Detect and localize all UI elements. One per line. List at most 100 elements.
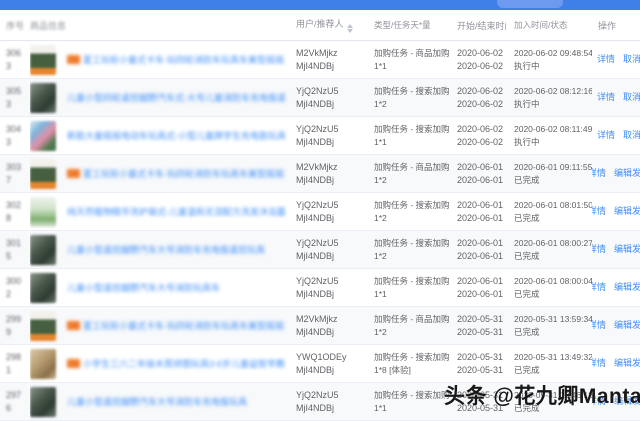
secondary-action-link[interactable]: 编辑发布	[614, 357, 640, 370]
user-referrer-cell: M2VkMjkz MjI4NDBj	[290, 307, 366, 344]
secondary-action-link[interactable]: 编辑发布	[614, 205, 640, 218]
actions-cell: 详情 编辑发布	[592, 193, 640, 230]
product-title-link[interactable]: 夏工玩轮小童式卡车-玩四轮消防车玩具车美型摇摇车编新车	[67, 167, 285, 180]
detail-link[interactable]: 详情	[592, 319, 606, 332]
product-thumbnail[interactable]	[30, 272, 56, 303]
product-title-link[interactable]: 儿童小型遥控越野汽车大号消防车充电版遥控玩具	[67, 243, 265, 256]
join-time: 2020-06-01 09:11:55	[514, 161, 592, 172]
status-text: 已完成	[514, 288, 540, 299]
user-id: YjQ2NzU5	[296, 389, 339, 400]
join-status-cell: 2020-05-31 13:49:32 已完成	[506, 345, 592, 382]
header-user-referrer[interactable]: 用户/推荐人	[290, 17, 366, 33]
table-row: 3043 新款大童摇摇电动车玩具式-小型儿童牌学生充电款玩具摇摇车 YjQ2Nz…	[0, 117, 640, 155]
product-promo-tag	[67, 359, 80, 368]
product-title-link[interactable]: 小学生三六二年级木質拼图玩具3-6岁儿童益智早教拼装玩具礼盒	[67, 357, 285, 370]
detail-link[interactable]: 详情	[592, 281, 606, 294]
header-type-task: 类型/任务天*量	[374, 20, 431, 30]
status-text: 已完成	[514, 212, 540, 223]
secondary-action-link[interactable]: 取消	[623, 91, 640, 104]
sort-caret-icon[interactable]	[346, 24, 353, 33]
header-index: 序号	[6, 20, 25, 31]
product-promo-tag	[67, 55, 80, 64]
task-quantity: 1*2	[374, 326, 387, 337]
product-title-link[interactable]: 夏工玩轮小童式卡车-玩四轮消防车玩具车美型摇摇车编新	[67, 53, 285, 66]
user-id: YjQ2NzU5	[296, 85, 339, 96]
start-end-cell: 2020-05-31 2020-05-31	[450, 345, 506, 382]
status-text: 已完成	[514, 364, 540, 375]
product-thumbnail[interactable]	[30, 158, 56, 189]
table-row: 2981 小学生三六二年级木質拼图玩具3-6岁儿童益智早教拼装玩具礼盒 YWQ1…	[0, 345, 640, 383]
product-cell: 纯天然植物精华洗护装式-儿童温和无泪配方洗发沐浴露套装	[30, 193, 290, 230]
product-title-link[interactable]: 新款大童摇摇电动车玩具式-小型儿童牌学生充电款玩具摇摇车	[67, 129, 285, 142]
start-end-cell: 2020-06-01 2020-06-01	[450, 155, 506, 192]
join-status-cell: 2020-06-01 08:01:50 已完成	[506, 193, 592, 230]
task-quantity: 1*1	[374, 136, 387, 147]
status-text: 执行中	[514, 60, 540, 71]
task-quantity: 1*1	[374, 60, 387, 71]
product-cell: 儿童小型遥控越野汽车大号消防车充电版遥控玩具	[30, 231, 290, 268]
task-type: 加购任务 - 搜索加购	[374, 237, 450, 248]
user-id: YWQ1ODEy	[296, 351, 347, 362]
secondary-action-link[interactable]: 编辑发布	[614, 281, 640, 294]
product-thumbnail[interactable]	[30, 310, 56, 341]
table-row: 302 8 纯天然植物精华洗护装式-儿童温和无泪配方洗发沐浴露套装 YjQ2NzU…	[0, 193, 640, 231]
product-title-link[interactable]: 纯天然植物精华洗护装式-儿童温和无泪配方洗发沐浴露套装	[67, 205, 285, 218]
join-time: 2020-06-02 09:48:54	[514, 47, 592, 58]
type-task-cell: 加购任务 - 搜索加购 1*2	[366, 231, 450, 268]
topbar-button[interactable]	[497, 0, 563, 8]
product-thumbnail[interactable]	[30, 348, 56, 379]
product-thumbnail[interactable]	[30, 234, 56, 265]
task-table: 序号 商品信息 用户/推荐人 类型/任务天*量 开始/结束时间 加入时间/状态 …	[0, 10, 640, 421]
referrer-id: MjI4NDBj	[296, 60, 335, 71]
join-time: 2020-05-31 13:59:34	[514, 313, 592, 324]
task-quantity: 1*2	[374, 174, 387, 185]
actions-cell: 详情 编辑发布	[592, 307, 640, 344]
start-date: 2020-06-01	[457, 199, 504, 210]
row-serial-number: 304 3	[6, 123, 22, 147]
product-title-link[interactable]: 夏工玩轮小童式卡车-玩四轮消防车玩具车美型摇摇车编	[67, 319, 285, 332]
actions-cell: 详情 编辑发布	[592, 269, 640, 306]
header-start-end-time: 开始/结束时间	[457, 20, 506, 31]
product-title-link[interactable]: 儿童小型四轮遥控越野汽车式-大号儿童消防车充电版遥控玩具车小童车	[67, 91, 285, 104]
product-thumbnail[interactable]	[30, 120, 56, 151]
referrer-id: MjI4NDBj	[296, 364, 335, 375]
referrer-id: MjI4NDBj	[296, 288, 335, 299]
table-row: 301 5 儿童小型遥控越野汽车大号消防车充电版遥控玩具 YjQ2NzU5 MjI…	[0, 231, 640, 269]
secondary-action-link[interactable]: 编辑发布	[614, 319, 640, 332]
detail-link[interactable]: 详情	[597, 129, 615, 142]
secondary-action-link[interactable]: 取消	[623, 53, 640, 66]
product-thumbnail[interactable]	[30, 82, 56, 113]
detail-link[interactable]: 详情	[592, 243, 606, 256]
task-type: 加购任务 - 搜索加购	[374, 351, 450, 362]
join-time: 2020-06-01 08:00:27	[514, 237, 592, 248]
detail-link[interactable]: 详情	[592, 357, 606, 370]
task-type: 加购任务 - 搜索加购	[374, 123, 450, 134]
product-thumbnail[interactable]	[30, 386, 56, 417]
product-thumbnail[interactable]	[30, 196, 56, 227]
end-date: 2020-06-02	[457, 98, 504, 109]
secondary-action-link[interactable]: 编辑发布	[614, 167, 640, 180]
product-title-link[interactable]: 儿童小型遥控越野汽车大号消防车充电版玩具	[67, 395, 247, 408]
detail-link[interactable]: 详情	[597, 53, 615, 66]
product-thumbnail[interactable]	[30, 44, 56, 75]
detail-link[interactable]: 详情	[592, 167, 606, 180]
top-blue-bar	[0, 0, 640, 10]
start-date: 2020-06-01	[457, 161, 504, 172]
product-title-link[interactable]: 儿童小型遥控越野汽车大号消防玩具车	[67, 281, 220, 294]
detail-link[interactable]: 详情	[592, 205, 606, 218]
detail-link[interactable]: 详情	[597, 91, 615, 104]
actions-cell: 详情 取消	[592, 41, 640, 78]
type-task-cell: 加购任务 - 搜索加购 1*2	[366, 79, 450, 116]
row-serial-number: 306 3	[6, 47, 22, 71]
join-time: 2020-06-01 08:00:04	[514, 275, 592, 286]
secondary-action-link[interactable]: 取消	[623, 129, 640, 142]
start-date: 2020-05-31	[457, 351, 504, 362]
table-row: 3037 夏工玩轮小童式卡车-玩四轮消防车玩具车美型摇摇车编新车 M2VkMjk…	[0, 155, 640, 193]
product-cell: 新款大童摇摇电动车玩具式-小型儿童牌学生充电款玩具摇摇车	[30, 117, 290, 154]
secondary-action-link[interactable]: 编辑发布	[614, 243, 640, 256]
actions-cell: 详情 编辑发布	[592, 155, 640, 192]
table-body: 3063 夏工玩轮小童式卡车-玩四轮消防车玩具车美型摇摇车编新 M2VkMjkz…	[0, 41, 640, 421]
referrer-id: MjI4NDBj	[296, 98, 335, 109]
start-end-cell: 2020-06-02 2020-06-02	[450, 79, 506, 116]
join-status-cell: 2020-06-01 08:00:04 已完成	[506, 269, 592, 306]
